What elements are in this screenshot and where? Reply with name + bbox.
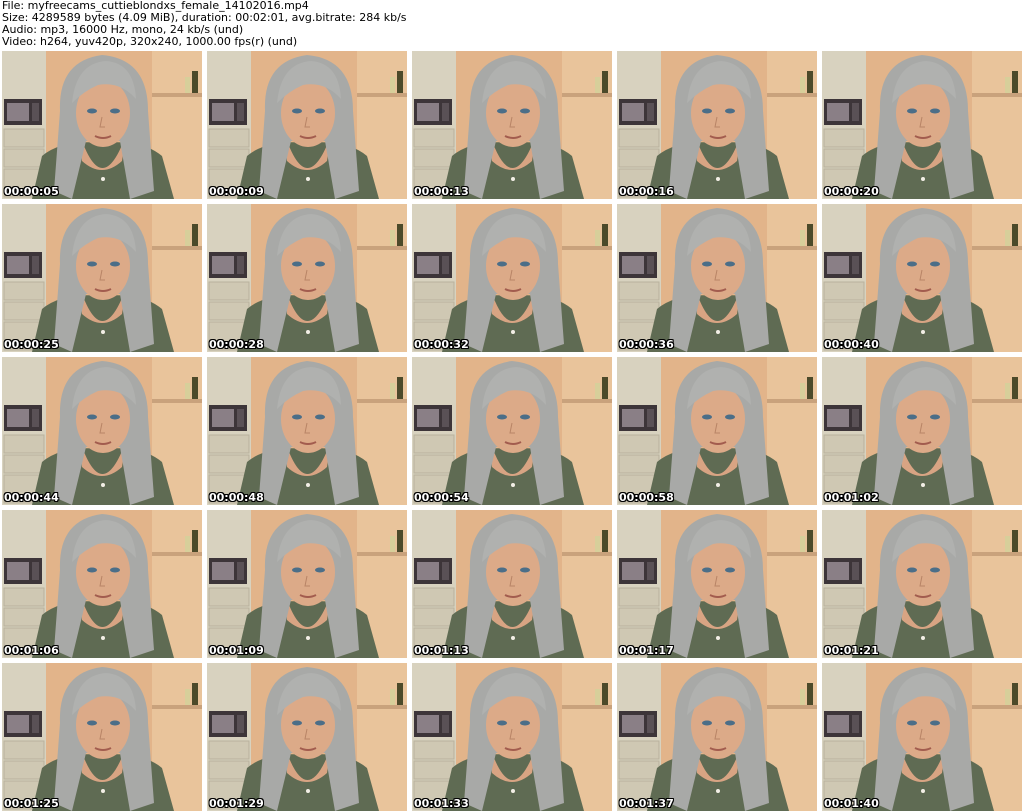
video-thumbnail[interactable]: 00:00:44: [2, 357, 202, 505]
video-thumbnail[interactable]: 00:00:25: [2, 204, 202, 352]
video-thumbnail[interactable]: 00:00:58: [617, 357, 817, 505]
thumbnail-frame-image: [2, 204, 202, 352]
thumbnail-timestamp: 00:00:32: [414, 338, 469, 351]
thumbnail-frame-image: [2, 663, 202, 811]
thumbnail-frame-image: [2, 357, 202, 505]
thumbnail-timestamp: 00:00:28: [209, 338, 264, 351]
thumbnail-frame-image: [617, 510, 817, 658]
video-thumbnail[interactable]: 00:01:40: [822, 663, 1022, 811]
thumbnail-timestamp: 00:01:37: [619, 797, 674, 810]
thumbnail-timestamp: 00:00:13: [414, 185, 469, 198]
thumbnail-frame-image: [412, 510, 612, 658]
thumbnail-timestamp: 00:00:58: [619, 491, 674, 504]
thumbnail-timestamp: 00:00:54: [414, 491, 469, 504]
thumbnail-frame-image: [822, 663, 1022, 811]
thumbnail-frame-image: [207, 663, 407, 811]
video-thumbnail[interactable]: 00:00:05: [2, 51, 202, 199]
thumbnail-timestamp: 00:01:17: [619, 644, 674, 657]
thumbnail-timestamp: 00:00:36: [619, 338, 674, 351]
thumbnail-frame-image: [822, 204, 1022, 352]
video-thumbnail[interactable]: 00:01:37: [617, 663, 817, 811]
video-thumbnail[interactable]: 00:00:28: [207, 204, 407, 352]
video-thumbnail[interactable]: 00:00:36: [617, 204, 817, 352]
thumbnail-grid: 00:00:05 00:00:09 00:00:13 00:00:16 00:0…: [2, 51, 1022, 811]
video-thumbnail[interactable]: 00:01:25: [2, 663, 202, 811]
video-thumbnail[interactable]: 00:01:29: [207, 663, 407, 811]
video-thumbnail[interactable]: 00:01:33: [412, 663, 612, 811]
video-thumbnail[interactable]: 00:00:54: [412, 357, 612, 505]
thumbnail-timestamp: 00:00:48: [209, 491, 264, 504]
thumbnail-frame-image: [2, 510, 202, 658]
video-thumbnail[interactable]: 00:00:16: [617, 51, 817, 199]
thumbnail-frame-image: [2, 51, 202, 199]
thumbnail-timestamp: 00:01:09: [209, 644, 264, 657]
thumbnail-frame-image: [207, 510, 407, 658]
thumbnail-timestamp: 00:01:13: [414, 644, 469, 657]
thumbnail-frame-image: [617, 357, 817, 505]
thumbnail-frame-image: [207, 357, 407, 505]
video-thumbnail[interactable]: 00:01:21: [822, 510, 1022, 658]
video-thumbnail[interactable]: 00:01:09: [207, 510, 407, 658]
video-thumbnail[interactable]: 00:00:09: [207, 51, 407, 199]
thumbnail-timestamp: 00:00:25: [4, 338, 59, 351]
thumbnail-timestamp: 00:01:06: [4, 644, 59, 657]
thumbnail-frame-image: [412, 663, 612, 811]
thumbnail-timestamp: 00:00:40: [824, 338, 879, 351]
thumbnail-timestamp: 00:01:29: [209, 797, 264, 810]
video-thumbnail[interactable]: 00:00:48: [207, 357, 407, 505]
thumbnail-frame-image: [412, 357, 612, 505]
video-thumbnail[interactable]: 00:01:17: [617, 510, 817, 658]
thumbnail-frame-image: [207, 51, 407, 199]
thumbnail-timestamp: 00:01:40: [824, 797, 879, 810]
video-info-line: Video: h264, yuv420p, 320x240, 1000.00 f…: [2, 35, 298, 48]
thumbnail-frame-image: [617, 663, 817, 811]
thumbnail-timestamp: 00:01:21: [824, 644, 879, 657]
video-thumbnail[interactable]: 00:00:32: [412, 204, 612, 352]
thumbnail-frame-image: [822, 510, 1022, 658]
thumbnail-frame-image: [617, 204, 817, 352]
thumbnail-timestamp: 00:00:20: [824, 185, 879, 198]
thumbnail-frame-image: [412, 51, 612, 199]
thumbnail-timestamp: 00:00:16: [619, 185, 674, 198]
thumbnail-frame-image: [412, 204, 612, 352]
thumbnail-frame-image: [207, 204, 407, 352]
thumbnail-timestamp: 00:00:44: [4, 491, 59, 504]
thumbnail-timestamp: 00:01:02: [824, 491, 879, 504]
thumbnail-timestamp: 00:00:05: [4, 185, 59, 198]
thumbnail-timestamp: 00:01:33: [414, 797, 469, 810]
video-thumbnail[interactable]: 00:00:13: [412, 51, 612, 199]
thumbnail-timestamp: 00:00:09: [209, 185, 264, 198]
video-thumbnail[interactable]: 00:01:02: [822, 357, 1022, 505]
thumbnail-frame-image: [617, 51, 817, 199]
video-thumbnail[interactable]: 00:00:40: [822, 204, 1022, 352]
video-thumbnail[interactable]: 00:01:13: [412, 510, 612, 658]
thumbnail-timestamp: 00:01:25: [4, 797, 59, 810]
thumbnail-frame-image: [822, 357, 1022, 505]
file-info-header: File: myfreecams_cuttieblondxs_female_14…: [2, 0, 1022, 48]
thumbnail-frame-image: [822, 51, 1022, 199]
video-thumbnail[interactable]: 00:00:20: [822, 51, 1022, 199]
video-thumbnail[interactable]: 00:01:06: [2, 510, 202, 658]
